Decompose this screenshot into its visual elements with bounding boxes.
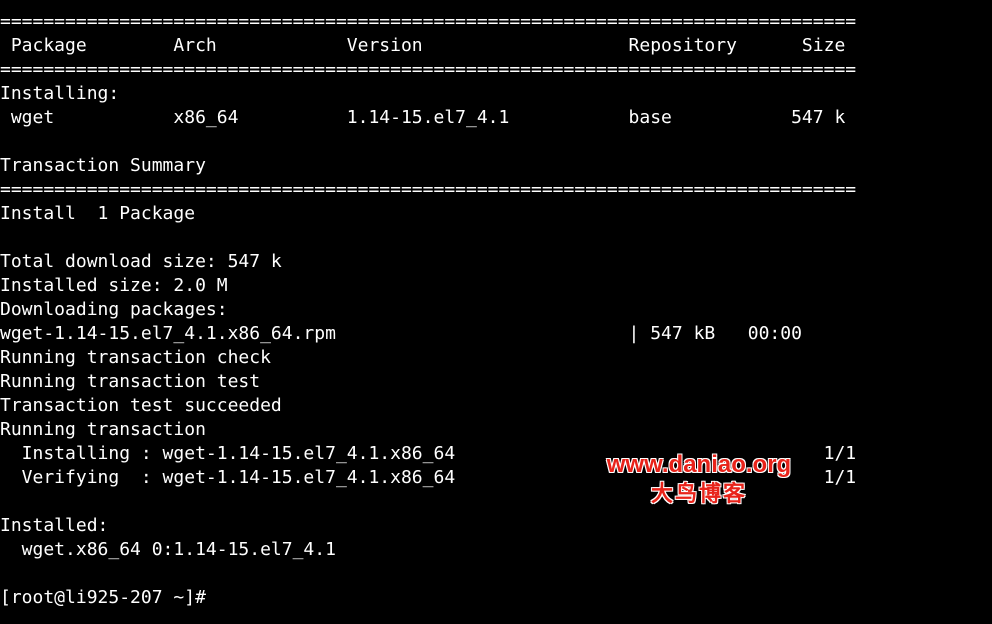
site-watermark: www.daniao.org 大鸟博客 (584, 450, 814, 508)
installed-package-line: wget.x86_64 0:1.14-15.el7_4.1 (0, 539, 336, 560)
section-heading: Installing: (0, 83, 120, 104)
installed-size-line: Installed size: 2.0 M (0, 275, 228, 296)
download-size-line: Total download size: 547 k (0, 251, 282, 272)
package-row: wget x86_64 1.14-15.el7_4.1 base 547 k (0, 107, 846, 128)
terminal-window[interactable]: ========================================… (0, 0, 992, 610)
table-header-row: Package Arch Version Repository Size (0, 35, 846, 56)
install-count-line: Install 1 Package (0, 203, 196, 224)
section-heading: Transaction Summary (0, 155, 206, 176)
output-line: Running transaction test (0, 371, 261, 392)
separator-line: ========================================… (0, 179, 857, 200)
output-line: Running transaction (0, 419, 206, 440)
separator-line: ========================================… (0, 11, 857, 32)
output-line: Running transaction check (0, 347, 271, 368)
output-line: Downloading packages: (0, 299, 228, 320)
watermark-url: www.daniao.org (606, 451, 792, 479)
section-heading: Installed: (0, 515, 109, 536)
watermark-site-name: 大鸟博客 (650, 481, 747, 507)
separator-line: ========================================… (0, 59, 857, 80)
shell-prompt[interactable]: [root@li925-207 ~]# (0, 586, 206, 610)
output-line: Transaction test succeeded (0, 395, 282, 416)
download-progress-line: wget-1.14-15.el7_4.1.x86_64.rpm | 547 kB… (0, 323, 802, 344)
